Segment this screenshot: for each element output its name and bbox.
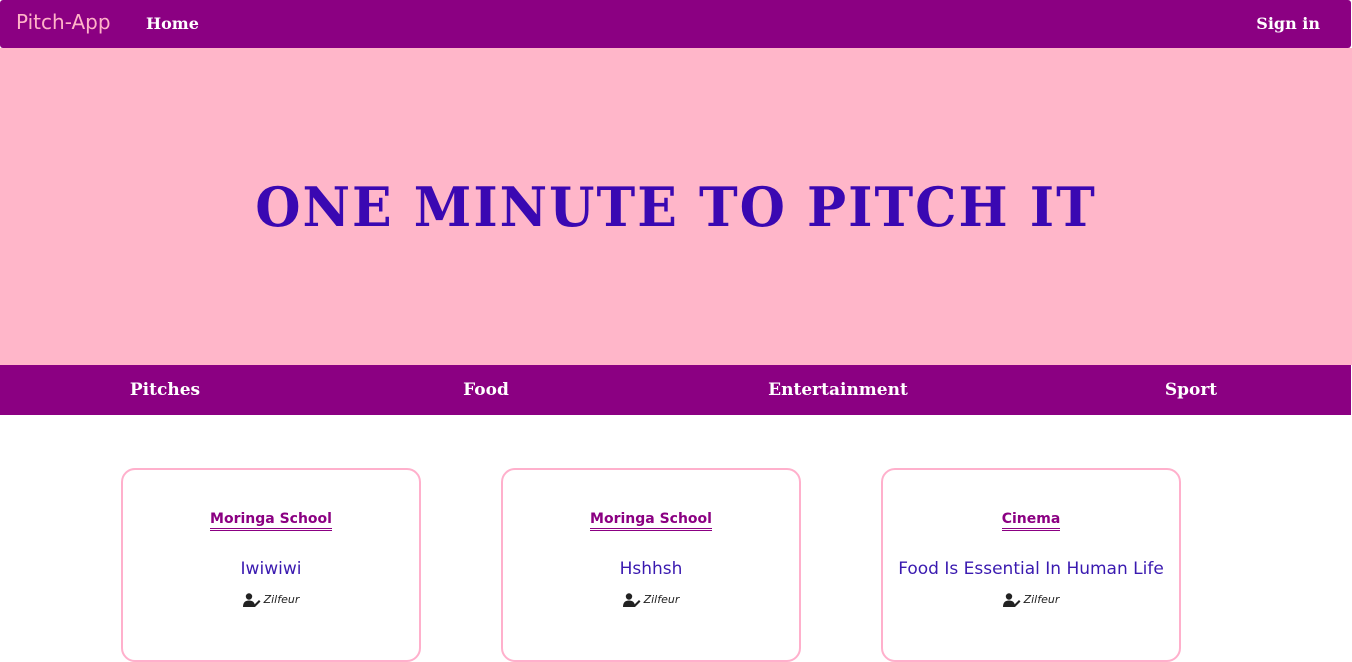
category-link-food[interactable]: Food [463, 380, 509, 400]
pitch-card: Moringa School Iwiwiwi Zilfeur [121, 468, 421, 662]
brand-logo-link[interactable]: Pitch-App [16, 8, 111, 36]
pitch-author: Zilfeur [503, 593, 799, 607]
top-navbar: Pitch-App Home Sign in [0, 0, 1351, 48]
pitch-author-name: Zilfeur [643, 593, 680, 606]
category-link-sport[interactable]: Sport [1165, 380, 1217, 400]
pitch-category-label: Moringa School [210, 511, 332, 531]
pitch-category-label: Cinema [1001, 511, 1061, 531]
pitch-author: Zilfeur [883, 593, 1179, 607]
pitch-title[interactable]: Food Is Essential In Human Life [883, 558, 1179, 580]
user-pen-icon [242, 593, 261, 607]
category-link-pitches[interactable]: Pitches [130, 380, 200, 400]
pitch-title[interactable]: Iwiwiwi [123, 558, 419, 580]
sign-in-link[interactable]: Sign in [1256, 14, 1320, 34]
pitch-category-wrap: Moringa School [123, 508, 419, 531]
pitch-category-wrap: Cinema [883, 508, 1179, 531]
nav-home-link[interactable]: Home [146, 14, 199, 34]
user-pen-icon [622, 593, 641, 607]
user-pen-icon [1002, 593, 1021, 607]
hero-title: ONE MINUTE TO PITCH IT [255, 175, 1097, 240]
pitch-author-name: Zilfeur [263, 593, 300, 606]
category-link-entertainment[interactable]: Entertainment [768, 380, 908, 400]
pitch-card: Cinema Food Is Essential In Human Life Z… [881, 468, 1181, 662]
category-navbar: Pitches Food Entertainment Sport [0, 365, 1351, 415]
pitch-author: Zilfeur [123, 593, 419, 607]
pitch-title[interactable]: Hshhsh [503, 558, 799, 580]
hero-banner: ONE MINUTE TO PITCH IT [0, 48, 1352, 365]
pitch-author-name: Zilfeur [1023, 593, 1060, 606]
pitch-category-label: Moringa School [590, 511, 712, 531]
pitch-category-wrap: Moringa School [503, 508, 799, 531]
pitch-card: Moringa School Hshhsh Zilfeur [501, 468, 801, 662]
